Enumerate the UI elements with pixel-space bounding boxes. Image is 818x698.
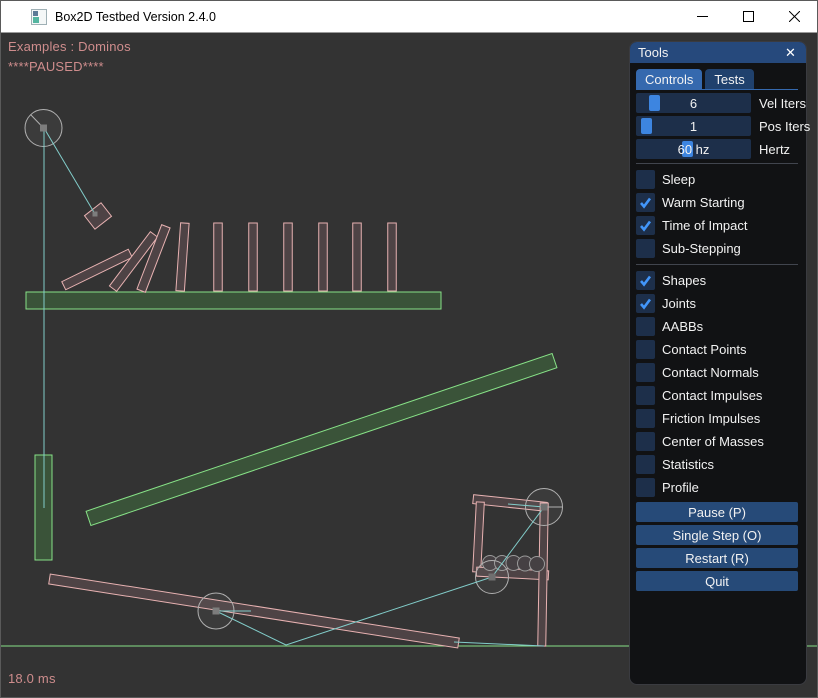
quit-button[interactable]: Quit	[636, 571, 798, 591]
checkbox-label: Sleep	[662, 172, 695, 187]
joint-anchor	[40, 125, 47, 132]
checkbox[interactable]	[636, 409, 655, 428]
checkbox-label: Contact Normals	[662, 365, 759, 380]
checkbox-label: Statistics	[662, 457, 714, 472]
checkbox[interactable]	[636, 170, 655, 189]
slider-label: Vel Iters	[759, 96, 806, 111]
close-icon: ✕	[785, 46, 796, 59]
tools-panel: Tools ✕ ControlsTests 6 Vel Iters 1 Pos …	[629, 41, 807, 685]
slider-section: 6 Vel Iters 1 Pos Iters 60 hz Hertz	[636, 93, 798, 159]
checkbox[interactable]	[636, 432, 655, 451]
checkbox-label: Contact Impulses	[662, 388, 762, 403]
domino-standing	[249, 223, 258, 291]
separator	[636, 264, 798, 265]
example-label: Examples : Dominos	[8, 39, 131, 54]
check-icon	[639, 274, 652, 287]
check-icon	[639, 196, 652, 209]
hertz-slider[interactable]: 60 hz	[636, 139, 751, 159]
slider-label: Pos Iters	[759, 119, 810, 134]
checkbox[interactable]	[636, 317, 655, 336]
checkbox-row-statistics[interactable]: Statistics	[636, 453, 798, 476]
pos-iters-slider[interactable]: 1	[636, 116, 751, 136]
tab-bar: ControlsTests	[636, 67, 798, 90]
checkbox[interactable]	[636, 340, 655, 359]
slider-value: 60 hz	[636, 139, 751, 159]
checkbox-row-profile[interactable]: Profile	[636, 476, 798, 499]
slider-value: 6	[636, 93, 751, 113]
tab-tests[interactable]: Tests	[705, 69, 753, 89]
tools-panel-titlebar[interactable]: Tools ✕	[630, 42, 806, 63]
checkbox-row-warm-starting[interactable]: Warm Starting	[636, 191, 798, 214]
joint-anchor	[541, 504, 548, 511]
tools-close-button[interactable]: ✕	[783, 45, 798, 60]
checkbox-label: Friction Impulses	[662, 411, 760, 426]
domino-standing	[214, 223, 223, 291]
checkbox[interactable]	[636, 216, 655, 235]
checkbox-label: AABBs	[662, 319, 703, 334]
slider-value: 1	[636, 116, 751, 136]
single-button[interactable]: Single Step (O)	[636, 525, 798, 545]
checkbox-label: Joints	[662, 296, 696, 311]
checkbox-row-sleep[interactable]: Sleep	[636, 168, 798, 191]
restart-button[interactable]: Restart (R)	[636, 548, 798, 568]
button-stack: Pause (P) Single Step (O) Restart (R) Quit	[636, 502, 798, 591]
slider-label: Hertz	[759, 142, 790, 157]
joint-line	[44, 128, 95, 214]
ground-plank	[49, 574, 460, 648]
checkbox[interactable]	[636, 455, 655, 474]
checkbox[interactable]	[636, 294, 655, 313]
checkbox-label: Warm Starting	[662, 195, 745, 210]
checkbox-label: Shapes	[662, 273, 706, 288]
checkbox-row-time-of-impact[interactable]: Time of Impact	[636, 214, 798, 237]
separator	[636, 163, 798, 164]
joint-anchor	[489, 574, 496, 581]
checkbox-row-contact-points[interactable]: Contact Points	[636, 338, 798, 361]
checkbox-label: Time of Impact	[662, 218, 747, 233]
domino-standing	[319, 223, 328, 291]
shelf-ball	[530, 557, 545, 572]
checkbox-label: Contact Points	[662, 342, 747, 357]
checkbox-row-contact-normals[interactable]: Contact Normals	[636, 361, 798, 384]
checkbox[interactable]	[636, 239, 655, 258]
check-icon	[639, 219, 652, 232]
checkbox-row-shapes[interactable]: Shapes	[636, 269, 798, 292]
checkbox[interactable]	[636, 478, 655, 497]
paused-label: ****PAUSED****	[8, 59, 104, 74]
checkbox-row-friction-impulses[interactable]: Friction Impulses	[636, 407, 798, 430]
checkbox-row-joints[interactable]: Joints	[636, 292, 798, 315]
tools-panel-title: Tools	[638, 45, 783, 60]
pendulum-bob	[84, 203, 111, 229]
domino-standing	[284, 223, 293, 291]
domino-standing	[353, 223, 362, 291]
checkbox[interactable]	[636, 193, 655, 212]
checkbox[interactable]	[636, 271, 655, 290]
checkbox-row-aabbs[interactable]: AABBs	[636, 315, 798, 338]
checkbox-label: Profile	[662, 480, 699, 495]
domino-tilting	[176, 223, 189, 291]
checkbox-row-center-of-masses[interactable]: Center of Masses	[636, 430, 798, 453]
checkbox[interactable]	[636, 386, 655, 405]
check-icon	[639, 297, 652, 310]
frame-time-label: 18.0 ms	[8, 671, 56, 686]
joint-line	[454, 642, 544, 646]
checkbox[interactable]	[636, 363, 655, 382]
joint-anchor	[93, 212, 98, 217]
slider-row: 60 hz Hertz	[636, 139, 798, 159]
checkbox-row-contact-impulses[interactable]: Contact Impulses	[636, 384, 798, 407]
app-window: Box2D Testbed Version 2.4.0 Examples : D…	[0, 0, 818, 698]
pause-button[interactable]: Pause (P)	[636, 502, 798, 522]
checkbox-row-sub-stepping[interactable]: Sub-Stepping	[636, 237, 798, 260]
checkbox-label: Sub-Stepping	[662, 241, 741, 256]
sim-options-group: Sleep Warm Starting Time of Impact Sub-S…	[636, 168, 798, 260]
checkbox-label: Center of Masses	[662, 434, 764, 449]
joint-anchor	[213, 608, 220, 615]
draw-options-group: Shapes Joints AABBs Contact Points Conta…	[636, 269, 798, 499]
slider-row: 1 Pos Iters	[636, 116, 798, 136]
vel-iters-slider[interactable]: 6	[636, 93, 751, 113]
tab-controls[interactable]: Controls	[636, 69, 702, 89]
platform-static	[26, 292, 441, 309]
slider-row: 6 Vel Iters	[636, 93, 798, 113]
domino-standing	[388, 223, 397, 291]
